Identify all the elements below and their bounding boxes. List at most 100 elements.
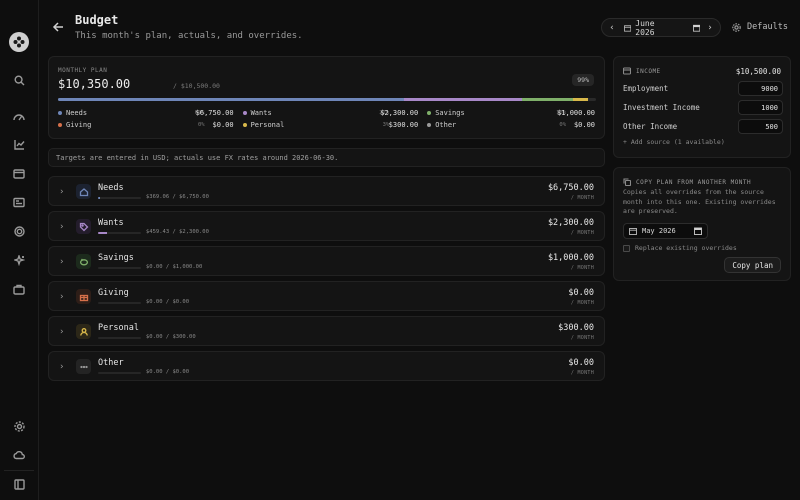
category-name: Personal <box>98 323 139 333</box>
chart-icon[interactable] <box>12 137 26 151</box>
category-row-needs[interactable]: › Needs $369.06 / $6,750.00 $6,750.00 / MONT… <box>48 176 605 206</box>
category-spent: $0.00 / $0.00 <box>146 369 190 375</box>
category-spent: $459.43 / $2,300.00 <box>146 229 209 235</box>
category-period: / MONTH <box>570 195 594 201</box>
checkbox-box[interactable] <box>623 244 630 252</box>
collapse-sidebar-icon[interactable] <box>12 477 26 491</box>
fx-note: Targets are entered in USD; actuals use … <box>48 148 605 167</box>
expand-chevron-icon[interactable]: › <box>59 222 64 232</box>
plan-bar-segment <box>521 98 573 101</box>
category-spent: $0.00 / $0.00 <box>146 299 190 305</box>
category-period: / MONTH <box>570 265 594 271</box>
category-row-personal[interactable]: › Personal $0.00 / $300.00 $300.00 / MONTH <box>48 316 605 346</box>
sparkles-icon[interactable] <box>12 253 26 267</box>
plan-category-row: Giving 0% $0.00 Personal 3% $300.00 Other 0% $0.… <box>58 120 596 130</box>
copy-plan-label: COPY PLAN FROM ANOTHER MONTH <box>636 178 752 186</box>
defaults-button[interactable]: Defaults <box>732 22 788 32</box>
category-percent: 0% <box>559 122 567 128</box>
category-period: / MONTH <box>570 370 594 376</box>
income-source-row: Investment Income <box>623 100 783 116</box>
sidebar <box>0 0 39 500</box>
source-month-picker[interactable]: May 2026 <box>623 223 708 239</box>
piggy-bank-icon <box>76 254 91 269</box>
income-card: INCOME $10,500.00 Employment Investment … <box>613 56 791 158</box>
next-month-chevron-icon[interactable]: › <box>700 23 720 33</box>
wallet-icon[interactable] <box>12 166 26 180</box>
replace-overrides-checkbox[interactable]: Replace existing overrides <box>623 244 737 252</box>
calendar-picker-icon[interactable] <box>692 24 700 32</box>
category-spent: $369.06 / $6,750.00 <box>146 194 209 200</box>
defaults-label: Defaults <box>747 22 788 32</box>
category-progress-fill <box>98 197 101 199</box>
cloud-sync-icon[interactable] <box>12 448 26 462</box>
current-month: June 2026 <box>635 18 655 37</box>
expand-chevron-icon[interactable]: › <box>59 292 64 302</box>
category-row-other[interactable]: › Other $0.00 / $0.00 $0.00 / MONTH <box>48 351 605 381</box>
dashboard-gauge-icon[interactable] <box>12 109 26 123</box>
target-icon[interactable] <box>12 224 26 238</box>
category-progress-bar <box>98 337 141 339</box>
category-name: Needs <box>66 109 88 117</box>
month-field[interactable]: June 2026 <box>622 19 700 37</box>
income-amount-input[interactable] <box>738 119 783 134</box>
plan-category-wants: Wants 22% $2,300.00 <box>242 108 420 118</box>
category-name: Needs <box>98 183 124 193</box>
page-subtitle: This month's plan, actuals, and override… <box>75 31 303 41</box>
category-name: Savings <box>435 109 465 117</box>
category-spent: $0.00 / $300.00 <box>146 334 196 340</box>
category-progress-bar <box>98 232 141 234</box>
user-icon <box>76 324 91 339</box>
calendar-icon <box>629 228 637 235</box>
category-row-giving[interactable]: › Giving $0.00 / $0.00 $0.00 / MONTH <box>48 281 605 311</box>
copy-plan-card: COPY PLAN FROM ANOTHER MONTH Copies all … <box>613 167 791 281</box>
income-source-row: Other Income <box>623 119 783 135</box>
plan-category-savings: Savings 10% $1,000.00 <box>427 108 596 118</box>
expand-chevron-icon[interactable]: › <box>59 187 64 197</box>
expand-chevron-icon[interactable]: › <box>59 327 64 337</box>
income-source-name: Other Income <box>623 122 678 131</box>
category-amount: $1,000.00 <box>557 109 596 117</box>
category-period: / MONTH <box>570 300 594 306</box>
category-amount: $6,750.00 <box>195 109 234 117</box>
settings-gear-icon[interactable] <box>12 419 26 433</box>
category-amount: $2,300.00 <box>380 109 419 117</box>
app-logo[interactable] <box>9 32 29 52</box>
expand-chevron-icon[interactable]: › <box>59 362 64 372</box>
income-source-name: Investment Income <box>623 103 700 112</box>
copy-plan-description: Copies all overrides from the source mon… <box>623 188 776 215</box>
category-progress-fill <box>98 232 107 234</box>
gear-icon <box>732 22 741 32</box>
receipt-icon[interactable] <box>12 195 26 209</box>
briefcase-icon[interactable] <box>12 282 26 296</box>
calendar-icon <box>624 24 632 32</box>
plan-income-total: / $10,500.00 <box>173 82 220 90</box>
category-name: Giving <box>66 121 92 129</box>
income-amount-input[interactable] <box>738 100 783 115</box>
income-amount-input[interactable] <box>738 81 783 96</box>
copy-plan-button[interactable]: Copy plan <box>724 257 781 273</box>
copy-plan-header: COPY PLAN FROM ANOTHER MONTH <box>623 178 751 186</box>
expand-chevron-icon[interactable]: › <box>59 257 64 267</box>
category-progress-bar <box>98 372 141 374</box>
logo-icon <box>13 36 25 48</box>
month-picker: ‹ June 2026 › <box>601 18 721 37</box>
calendar-picker-icon[interactable] <box>694 227 702 235</box>
monthly-plan-card: MONTHLY PLAN $10,350.00 / $10,500.00 99%… <box>48 56 605 139</box>
category-dot <box>242 111 247 115</box>
category-name: Other <box>98 358 124 368</box>
category-amount: $300.00 <box>558 323 594 333</box>
category-amount: $0.00 <box>573 121 596 129</box>
category-progress-bar <box>98 267 141 269</box>
replace-overrides-label: Replace existing overrides <box>635 244 737 252</box>
category-dot <box>58 111 62 115</box>
category-row-wants[interactable]: › Wants $459.43 / $2,300.00 $2,300.00 / MONT… <box>48 211 605 241</box>
category-row-savings[interactable]: › Savings $0.00 / $1,000.00 $1,000.00 / MONT… <box>48 246 605 276</box>
plan-category-needs: Needs 64% $6,750.00 <box>58 108 235 118</box>
plan-category-row: Needs 64% $6,750.00 Wants 22% $2,300.00 Saving… <box>58 108 596 118</box>
monthly-plan-label: MONTHLY PLAN <box>58 67 108 74</box>
search-icon[interactable] <box>12 73 26 87</box>
source-month: May 2026 <box>642 227 676 235</box>
prev-month-chevron-icon[interactable]: ‹ <box>602 23 622 33</box>
back-arrow-icon[interactable] <box>52 21 66 35</box>
add-income-source-link[interactable]: + Add source (1 available) <box>623 138 725 146</box>
